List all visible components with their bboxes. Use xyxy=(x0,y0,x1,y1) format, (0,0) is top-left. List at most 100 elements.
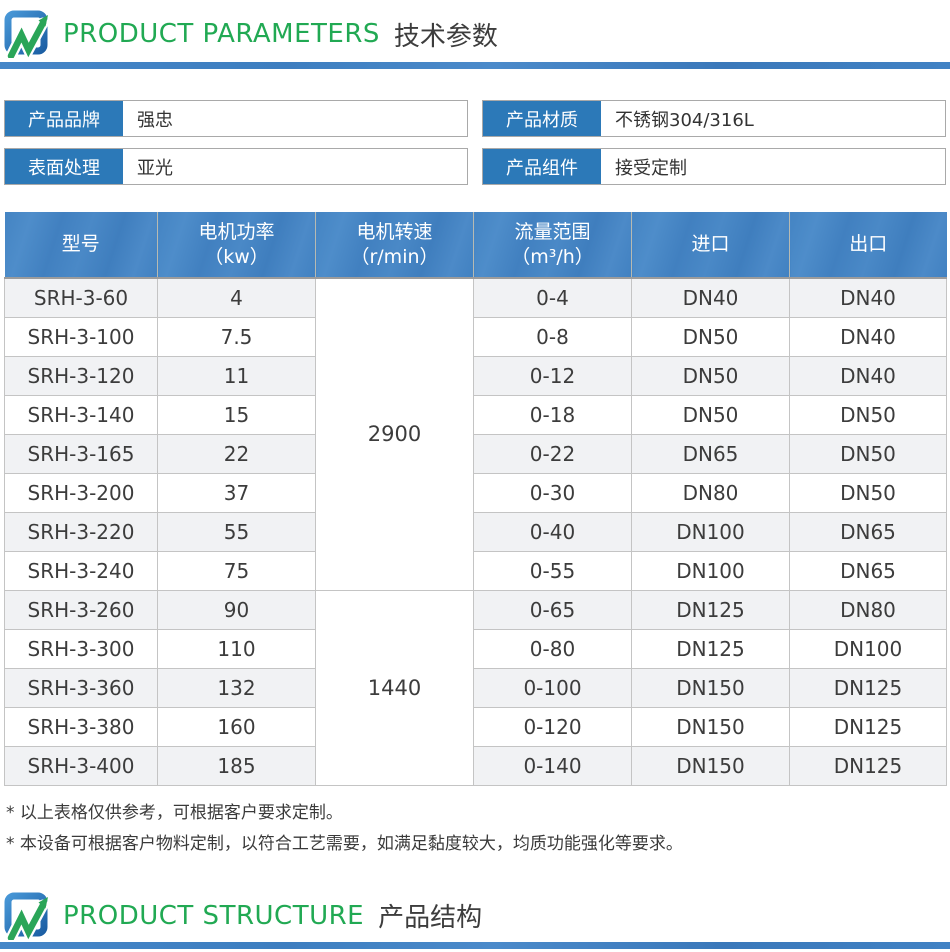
cell-model: SRH-3-240 xyxy=(5,551,158,590)
table-row: SRH-3-165 22 0-22 DN65 DN50 xyxy=(5,434,947,473)
table-row: SRH-3-300 110 0-80 DN125 DN100 xyxy=(5,629,947,668)
table-row: SRH-3-220 55 0-40 DN100 DN65 xyxy=(5,512,947,551)
cell-inlet: DN50 xyxy=(632,317,790,356)
col-header-speed: 电机转速（r/min） xyxy=(316,212,474,278)
cell-outlet: DN40 xyxy=(790,278,947,317)
cell-flow: 0-22 xyxy=(474,434,632,473)
cell-model: SRH-3-220 xyxy=(5,512,158,551)
cell-model: SRH-3-60 xyxy=(5,278,158,317)
cell-outlet: DN125 xyxy=(790,707,947,746)
cell-model: SRH-3-200 xyxy=(5,473,158,512)
cell-outlet: DN50 xyxy=(790,395,947,434)
cell-model: SRH-3-380 xyxy=(5,707,158,746)
cell-model: SRH-3-260 xyxy=(5,590,158,629)
cell-power: 22 xyxy=(158,434,316,473)
cell-model: SRH-3-360 xyxy=(5,668,158,707)
cell-outlet: DN125 xyxy=(790,668,947,707)
cell-flow: 0-80 xyxy=(474,629,632,668)
table-row: SRH-3-360 132 0-100 DN150 DN125 xyxy=(5,668,947,707)
section-title-en: PRODUCT PARAMETERS xyxy=(63,19,380,49)
cell-flow: 0-55 xyxy=(474,551,632,590)
cell-outlet: DN125 xyxy=(790,746,947,785)
cell-model: SRH-3-300 xyxy=(5,629,158,668)
col-header-power: 电机功率（kw） xyxy=(158,212,316,278)
cell-model: SRH-3-140 xyxy=(5,395,158,434)
cell-outlet: DN65 xyxy=(790,512,947,551)
cell-power: 11 xyxy=(158,356,316,395)
table-row: SRH-3-260 90 1440 0-65 DN125 DN80 xyxy=(5,590,947,629)
cell-flow: 0-120 xyxy=(474,707,632,746)
section-divider xyxy=(0,62,950,69)
cell-flow: 0-65 xyxy=(474,590,632,629)
cell-inlet: DN125 xyxy=(632,629,790,668)
cell-power: 90 xyxy=(158,590,316,629)
cell-power: 55 xyxy=(158,512,316,551)
cell-flow: 0-4 xyxy=(474,278,632,317)
brand-logo-icon xyxy=(2,892,50,940)
info-label-material: 产品材质 xyxy=(483,101,601,136)
section-title-cn: 技术参数 xyxy=(394,16,498,53)
table-row: SRH-3-400 185 0-140 DN150 DN125 xyxy=(5,746,947,785)
info-label-surface: 表面处理 xyxy=(5,149,123,184)
cell-inlet: DN65 xyxy=(632,434,790,473)
cell-outlet: DN40 xyxy=(790,317,947,356)
footnote: * 本设备可根据客户物料定制，以符合工艺需要，如满足黏度较大，均质功能强化等要求… xyxy=(6,829,946,860)
cell-power: 7.5 xyxy=(158,317,316,356)
cell-power: 37 xyxy=(158,473,316,512)
brand-logo-icon xyxy=(2,10,50,58)
cell-flow: 0-40 xyxy=(474,512,632,551)
cell-inlet: DN150 xyxy=(632,746,790,785)
cell-inlet: DN40 xyxy=(632,278,790,317)
cell-inlet: DN150 xyxy=(632,668,790,707)
info-value-surface: 亚光 xyxy=(123,149,467,184)
col-header-model: 型号 xyxy=(5,212,158,278)
cell-outlet: DN65 xyxy=(790,551,947,590)
cell-outlet: DN100 xyxy=(790,629,947,668)
section-header-structure: PRODUCT STRUCTURE 产品结构 xyxy=(0,890,950,942)
cell-inlet: DN100 xyxy=(632,551,790,590)
section-title-cn: 产品结构 xyxy=(378,897,482,934)
cell-flow: 0-30 xyxy=(474,473,632,512)
cell-power: 110 xyxy=(158,629,316,668)
cell-inlet: DN80 xyxy=(632,473,790,512)
table-row: SRH-3-380 160 0-120 DN150 DN125 xyxy=(5,707,947,746)
spec-table-header-row: 型号 电机功率（kw） 电机转速（r/min） 流量范围（m³/h） 进口 出口 xyxy=(5,212,947,278)
info-box-component: 产品组件 接受定制 xyxy=(482,148,946,185)
cell-outlet: DN40 xyxy=(790,356,947,395)
table-row: SRH-3-120 11 0-12 DN50 DN40 xyxy=(5,356,947,395)
table-row: SRH-3-200 37 0-30 DN80 DN50 xyxy=(5,473,947,512)
col-header-flow: 流量范围（m³/h） xyxy=(474,212,632,278)
cell-inlet: DN125 xyxy=(632,590,790,629)
cell-flow: 0-8 xyxy=(474,317,632,356)
cell-power: 75 xyxy=(158,551,316,590)
cell-power: 15 xyxy=(158,395,316,434)
info-box-brand: 产品品牌 强忠 xyxy=(4,100,468,137)
cell-inlet: DN50 xyxy=(632,356,790,395)
cell-model: SRH-3-100 xyxy=(5,317,158,356)
cell-power: 185 xyxy=(158,746,316,785)
cell-model: SRH-3-400 xyxy=(5,746,158,785)
cell-outlet: DN50 xyxy=(790,434,947,473)
section-divider xyxy=(0,942,950,949)
cell-power: 132 xyxy=(158,668,316,707)
info-label-brand: 产品品牌 xyxy=(5,101,123,136)
table-row: SRH-3-60 4 2900 0-4 DN40 DN40 xyxy=(5,278,947,317)
cell-speed-group-2900: 2900 xyxy=(316,278,474,590)
table-row: SRH-3-100 7.5 0-8 DN50 DN40 xyxy=(5,317,947,356)
cell-power: 4 xyxy=(158,278,316,317)
col-header-inlet: 进口 xyxy=(632,212,790,278)
info-value-component: 接受定制 xyxy=(601,149,945,184)
product-info-grid: 产品品牌 强忠 产品材质 不锈钢304/316L 表面处理 亚光 产品组件 接受… xyxy=(4,100,946,185)
cell-inlet: DN100 xyxy=(632,512,790,551)
cell-flow: 0-100 xyxy=(474,668,632,707)
cell-power: 160 xyxy=(158,707,316,746)
cell-speed-group-1440: 1440 xyxy=(316,590,474,785)
section-header-parameters: PRODUCT PARAMETERS 技术参数 xyxy=(0,0,950,62)
info-value-material: 不锈钢304/316L xyxy=(601,101,945,136)
cell-flow: 0-18 xyxy=(474,395,632,434)
table-footnotes: * 以上表格仅供参考，可根据客户要求定制。 * 本设备可根据客户物料定制，以符合… xyxy=(6,798,946,860)
info-value-brand: 强忠 xyxy=(123,101,467,136)
info-box-material: 产品材质 不锈钢304/316L xyxy=(482,100,946,137)
col-header-outlet: 出口 xyxy=(790,212,947,278)
spec-table: 型号 电机功率（kw） 电机转速（r/min） 流量范围（m³/h） 进口 出口… xyxy=(4,212,947,786)
